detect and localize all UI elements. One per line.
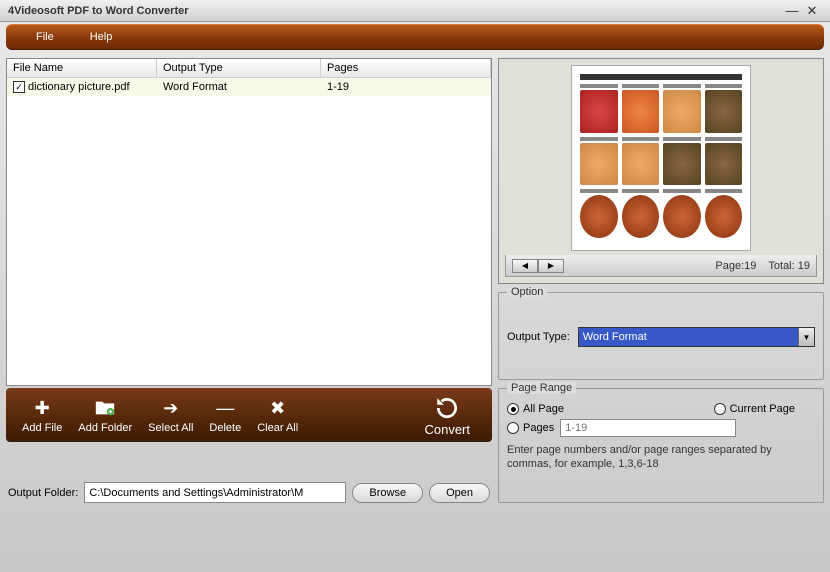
page-indicator: Page:19 (715, 260, 756, 272)
x-icon: ✖ (266, 396, 290, 420)
convert-button[interactable]: Convert (410, 394, 484, 437)
preview-panel: ◀ ▶ Page:19 Total: 19 (498, 58, 824, 284)
browse-button[interactable]: Browse (352, 483, 423, 503)
all-page-label: All Page (523, 403, 564, 415)
folder-plus-icon (93, 396, 117, 420)
title-bar: 4Videosoft PDF to Word Converter — ✕ (0, 0, 830, 22)
col-filename[interactable]: File Name (7, 59, 157, 77)
col-pages[interactable]: Pages (321, 59, 491, 77)
page-range-group: Page Range All Page Current Page Pages E (498, 388, 824, 503)
minus-icon: — (213, 396, 237, 420)
action-toolbar: ✚ Add File Add Folder ➔ Select All — Del… (6, 388, 492, 442)
menu-help[interactable]: Help (72, 31, 131, 43)
file-list: File Name Output Type Pages ✓ dictionary… (6, 58, 492, 386)
plus-icon: ✚ (30, 396, 54, 420)
radio-current-page[interactable] (714, 403, 726, 415)
radio-all-page[interactable] (507, 403, 519, 415)
close-button[interactable]: ✕ (802, 3, 822, 19)
preview-page (571, 65, 751, 251)
file-checkbox[interactable]: ✓ (13, 81, 25, 93)
output-folder-row: Output Folder: Browse Open (6, 482, 492, 503)
next-page-button[interactable]: ▶ (538, 259, 564, 273)
col-output-type[interactable]: Output Type (157, 59, 321, 77)
file-list-header: File Name Output Type Pages (7, 59, 491, 78)
prev-page-button[interactable]: ◀ (512, 259, 538, 273)
delete-button[interactable]: — Delete (201, 396, 249, 434)
arrow-right-icon: ➔ (159, 396, 183, 420)
output-type-select[interactable]: Word Format ▼ (578, 327, 815, 347)
file-pages: 1-19 (321, 78, 491, 96)
pages-label: Pages (523, 422, 554, 434)
menu-file[interactable]: File (18, 31, 72, 43)
clear-all-button[interactable]: ✖ Clear All (249, 396, 306, 434)
file-row[interactable]: ✓ dictionary picture.pdf Word Format 1-1… (7, 78, 491, 96)
total-indicator: Total: 19 (768, 260, 810, 272)
output-folder-label: Output Folder: (8, 487, 78, 499)
refresh-icon (433, 394, 461, 422)
pages-input[interactable] (560, 419, 736, 437)
add-file-button[interactable]: ✚ Add File (14, 396, 70, 434)
range-hint: Enter page numbers and/or page ranges se… (507, 443, 815, 472)
window-title: 4Videosoft PDF to Word Converter (8, 5, 782, 17)
file-output-type: Word Format (157, 78, 321, 96)
chevron-down-icon: ▼ (798, 328, 814, 346)
radio-pages[interactable] (507, 422, 519, 434)
preview-nav: ◀ ▶ Page:19 Total: 19 (505, 255, 817, 277)
file-name: dictionary picture.pdf (28, 81, 130, 93)
menu-bar: File Help (6, 24, 824, 50)
option-title: Option (507, 286, 547, 298)
output-type-label: Output Type: (507, 331, 570, 343)
minimize-button[interactable]: — (782, 3, 802, 18)
current-page-label: Current Page (730, 403, 795, 415)
add-folder-button[interactable]: Add Folder (70, 396, 140, 434)
select-all-button[interactable]: ➔ Select All (140, 396, 201, 434)
output-folder-input[interactable] (84, 482, 346, 503)
open-button[interactable]: Open (429, 483, 490, 503)
range-title: Page Range (507, 382, 576, 394)
option-group: Option Output Type: Word Format ▼ (498, 292, 824, 380)
